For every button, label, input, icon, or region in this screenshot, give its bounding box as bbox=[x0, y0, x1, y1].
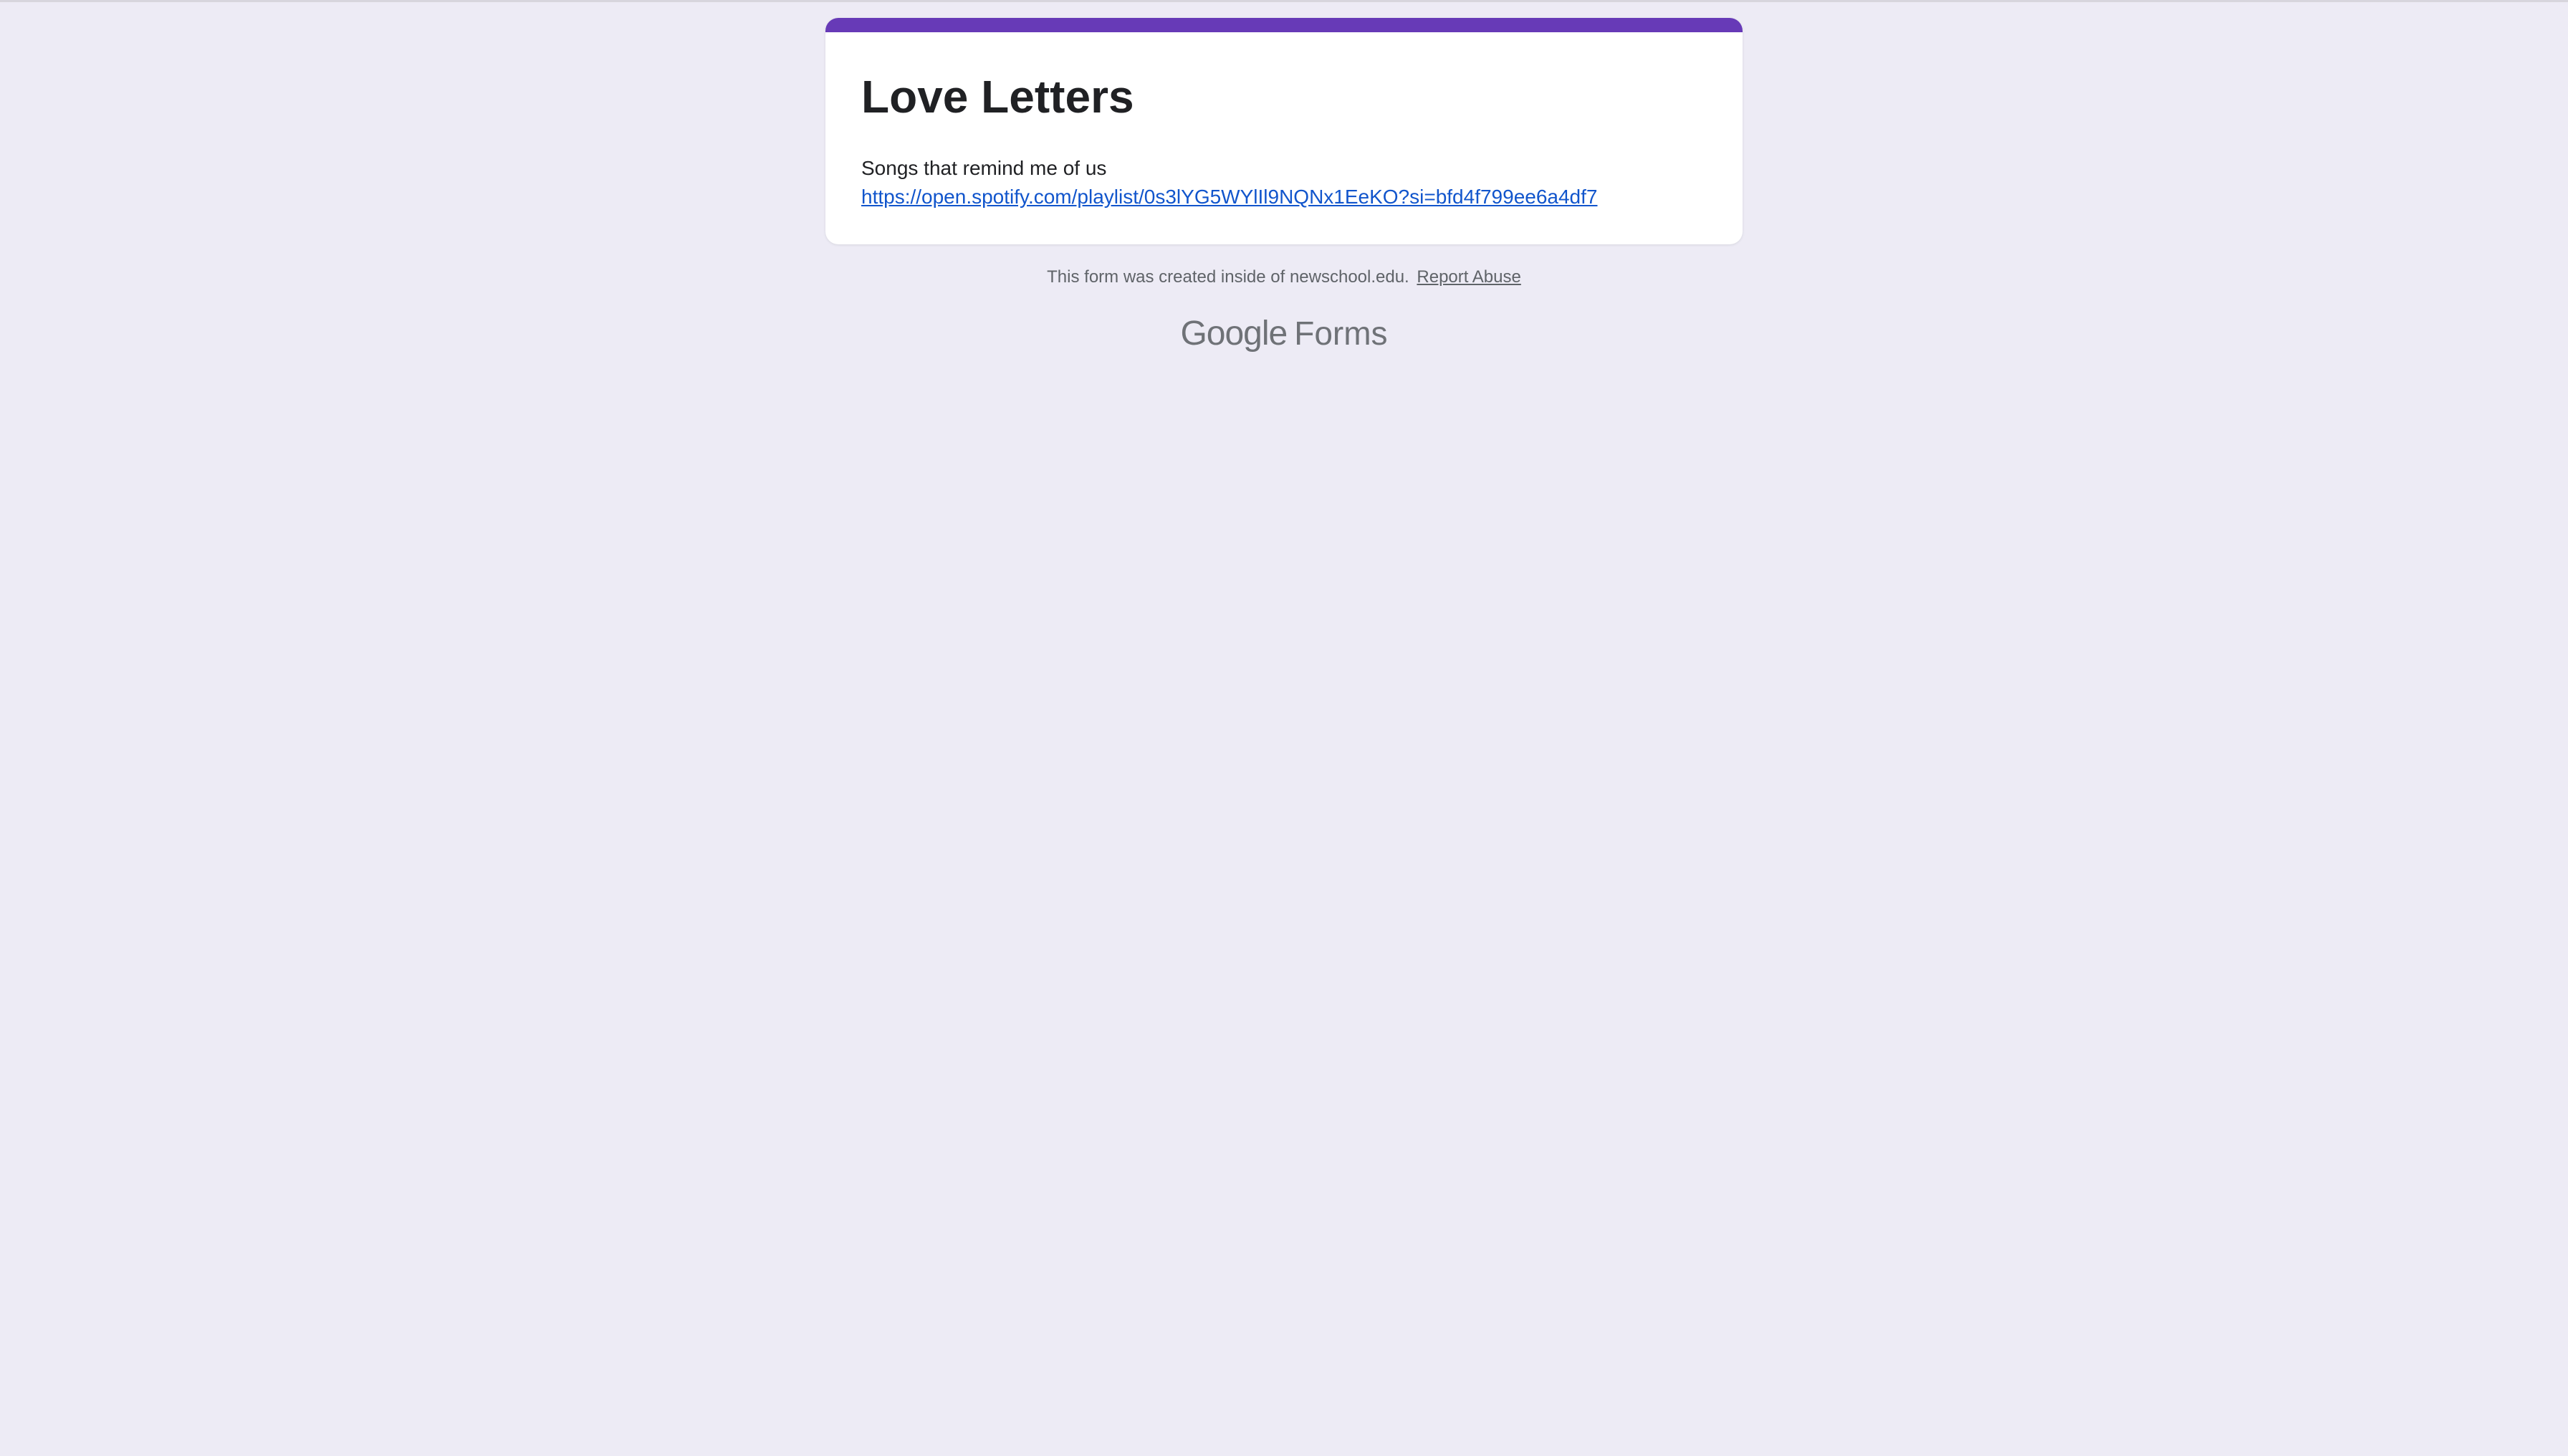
form-title: Love Letters bbox=[861, 71, 1134, 123]
report-abuse-link[interactable]: Report Abuse bbox=[1417, 267, 1520, 287]
form-origin-notice: This form was created inside of newschoo… bbox=[825, 264, 1743, 290]
form-description: Songs that remind me of us https://open.… bbox=[861, 154, 1597, 211]
playlist-link[interactable]: https://open.spotify.com/playlist/0s3lYG… bbox=[861, 183, 1597, 211]
google-wordmark: Google bbox=[1180, 315, 1288, 353]
forms-wordmark: Forms bbox=[1294, 315, 1388, 352]
theme-accent-bar bbox=[825, 18, 1743, 32]
form-header-card: Love Letters Songs that remind me of us … bbox=[825, 18, 1743, 244]
description-text: Songs that remind me of us bbox=[861, 157, 1107, 179]
google-forms-logo[interactable]: Google Forms bbox=[825, 314, 1743, 353]
window-top-border bbox=[0, 0, 2568, 2]
origin-text: This form was created inside of newschoo… bbox=[1047, 267, 1409, 287]
